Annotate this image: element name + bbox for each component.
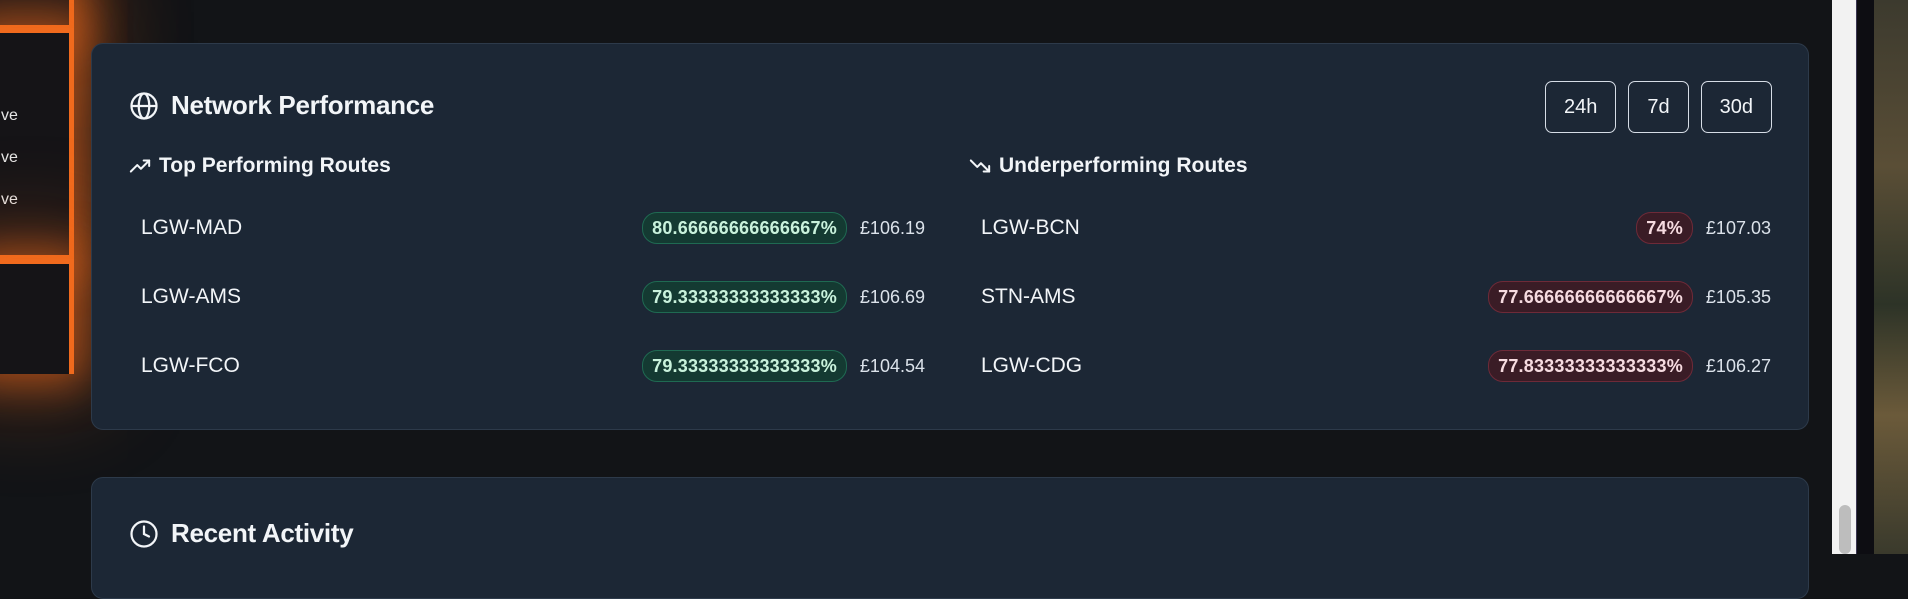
trending-up-icon <box>129 159 151 173</box>
scrollbar-thumb[interactable] <box>1839 505 1851 554</box>
sidebar-card-status: ctive ctive ctive <box>0 28 74 260</box>
time-range-selector: 24h 7d 30d <box>1545 81 1772 133</box>
route-name: LGW-CDG <box>981 354 1083 377</box>
status-text: ctive <box>0 107 18 124</box>
range-30d-button[interactable]: 30d <box>1700 81 1772 133</box>
range-7d-button[interactable]: 7d <box>1628 81 1689 133</box>
scrollbar-track[interactable] <box>1832 0 1856 554</box>
performance-badge: 74% <box>1636 212 1693 244</box>
route-name: LGW-MAD <box>141 216 243 239</box>
network-performance-title: Network Performance <box>129 90 434 121</box>
route-row[interactable]: LGW-AMS 79.33333333333333% £106.69 <box>141 280 925 314</box>
route-name: LGW-BCN <box>981 216 1080 239</box>
route-name: LGW-FCO <box>141 354 240 377</box>
recent-activity-panel: Recent Activity <box>91 477 1809 599</box>
sidebar-card-bottom <box>0 259 74 374</box>
route-name: LGW-AMS <box>141 285 241 308</box>
route-price: £106.19 <box>859 217 925 238</box>
route-price: £105.35 <box>1705 286 1771 307</box>
performance-badge: 79.33333333333333% <box>642 281 847 313</box>
top-routes-heading: Top Performing Routes <box>129 154 925 178</box>
route-row[interactable]: LGW-FCO 79.33333333333333% £104.54 <box>141 349 925 383</box>
underperforming-routes-heading: Underperforming Routes <box>969 154 1771 178</box>
background-window-image <box>1874 0 1908 554</box>
clock-icon <box>130 519 158 548</box>
performance-badge: 79.33333333333333% <box>642 350 847 382</box>
underperforming-routes-heading-text: Underperforming Routes <box>999 154 1248 177</box>
route-row[interactable]: LGW-BCN 74% £107.03 <box>981 211 1771 245</box>
panel-title-text: Recent Activity <box>171 518 354 548</box>
trending-down-icon <box>969 159 991 173</box>
sidebar-card-top <box>0 0 74 30</box>
top-routes-heading-text: Top Performing Routes <box>159 154 391 177</box>
performance-badge: 77.83333333333333% <box>1488 350 1693 382</box>
recent-activity-title: Recent Activity <box>129 518 354 549</box>
window-edge <box>1856 0 1875 554</box>
performance-badge: 77.66666666666667% <box>1488 281 1693 313</box>
network-performance-panel: Network Performance 24h 7d 30d Top Perfo… <box>91 43 1809 430</box>
underperforming-routes-section: Underperforming Routes LGW-BCN 74% £107.… <box>969 154 1771 382</box>
route-price: £106.27 <box>1705 355 1771 376</box>
route-row[interactable]: LGW-MAD 80.66666666666667% £106.19 <box>141 211 925 245</box>
panel-title-text: Network Performance <box>171 90 435 120</box>
route-row[interactable]: LGW-CDG 77.83333333333333% £106.27 <box>981 349 1771 383</box>
performance-badge: 80.66666666666667% <box>642 212 847 244</box>
route-name: STN-AMS <box>981 285 1076 308</box>
top-routes-section: Top Performing Routes LGW-MAD 80.6666666… <box>129 154 925 382</box>
status-text: ctive <box>0 149 18 166</box>
route-price: £107.03 <box>1705 217 1771 238</box>
range-24h-button[interactable]: 24h <box>1545 81 1617 133</box>
route-price: £106.69 <box>859 286 925 307</box>
status-text: ctive <box>0 191 18 208</box>
globe-icon <box>130 91 158 120</box>
route-price: £104.54 <box>859 355 925 376</box>
route-row[interactable]: STN-AMS 77.66666666666667% £105.35 <box>981 280 1771 314</box>
